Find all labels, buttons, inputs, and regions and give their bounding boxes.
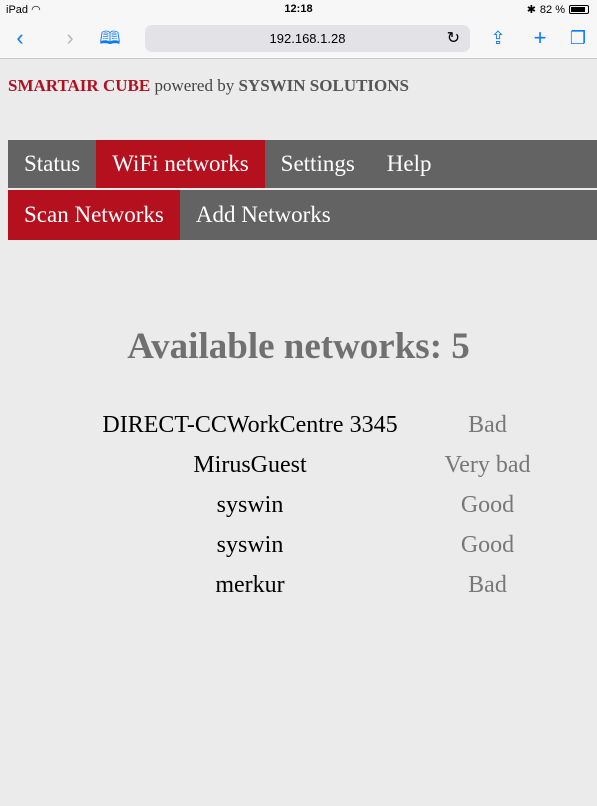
brand-header: SMARTAIR CUBE powered by SYSWIN SOLUTION… xyxy=(8,76,409,95)
primary-nav: Status WiFi networks Settings Help xyxy=(8,140,597,188)
network-ssid: merkur xyxy=(215,572,285,598)
bluetooth-icon: ✱ xyxy=(526,4,536,16)
share-icon[interactable]: ⇪ xyxy=(484,24,512,52)
page-title: Available networks: 5 xyxy=(127,326,470,367)
battery-indicator: ✱ 82 % xyxy=(527,3,589,16)
tabs-icon[interactable]: ❐ xyxy=(564,24,592,52)
address-bar[interactable]: 192.168.1.28 ↻ xyxy=(145,25,470,52)
back-icon[interactable]: ‹ xyxy=(6,24,34,52)
nav-add-networks[interactable]: Add Networks xyxy=(180,190,347,240)
network-ssid: syswin xyxy=(216,532,284,558)
network-quality: Bad xyxy=(468,572,507,598)
browser-toolbar: ‹ › 🕮 192.168.1.28 ↻ ⇪ + ❐ xyxy=(0,20,597,59)
nav-wifi-networks[interactable]: WiFi networks xyxy=(96,140,265,188)
web-page: SMARTAIR CUBE powered by SYSWIN SOLUTION… xyxy=(0,59,597,806)
new-tab-icon[interactable]: + xyxy=(526,24,554,52)
nav-help[interactable]: Help xyxy=(371,140,448,188)
clock: 12:18 xyxy=(284,3,313,15)
network-quality: Very bad xyxy=(444,452,531,478)
forward-icon[interactable]: › xyxy=(56,24,84,52)
network-ssid: MirusGuest xyxy=(193,452,307,478)
secondary-nav: Scan Networks Add Networks xyxy=(8,190,597,240)
network-quality: Bad xyxy=(468,412,507,438)
battery-icon xyxy=(569,5,589,14)
network-quality: Good xyxy=(460,532,515,558)
nav-settings[interactable]: Settings xyxy=(265,140,371,188)
network-quality: Good xyxy=(460,492,515,518)
bookmarks-icon[interactable]: 🕮 xyxy=(96,24,124,52)
network-ssid: syswin xyxy=(216,492,284,518)
network-ssid: DIRECT-CCWorkCentre 3345 xyxy=(102,412,398,438)
reload-icon[interactable]: ↻ xyxy=(447,25,460,52)
ios-status-bar: iPad ◠ 12:18 ✱ 82 % xyxy=(0,0,597,20)
nav-status[interactable]: Status xyxy=(8,140,96,188)
nav-scan-networks[interactable]: Scan Networks xyxy=(8,190,180,240)
